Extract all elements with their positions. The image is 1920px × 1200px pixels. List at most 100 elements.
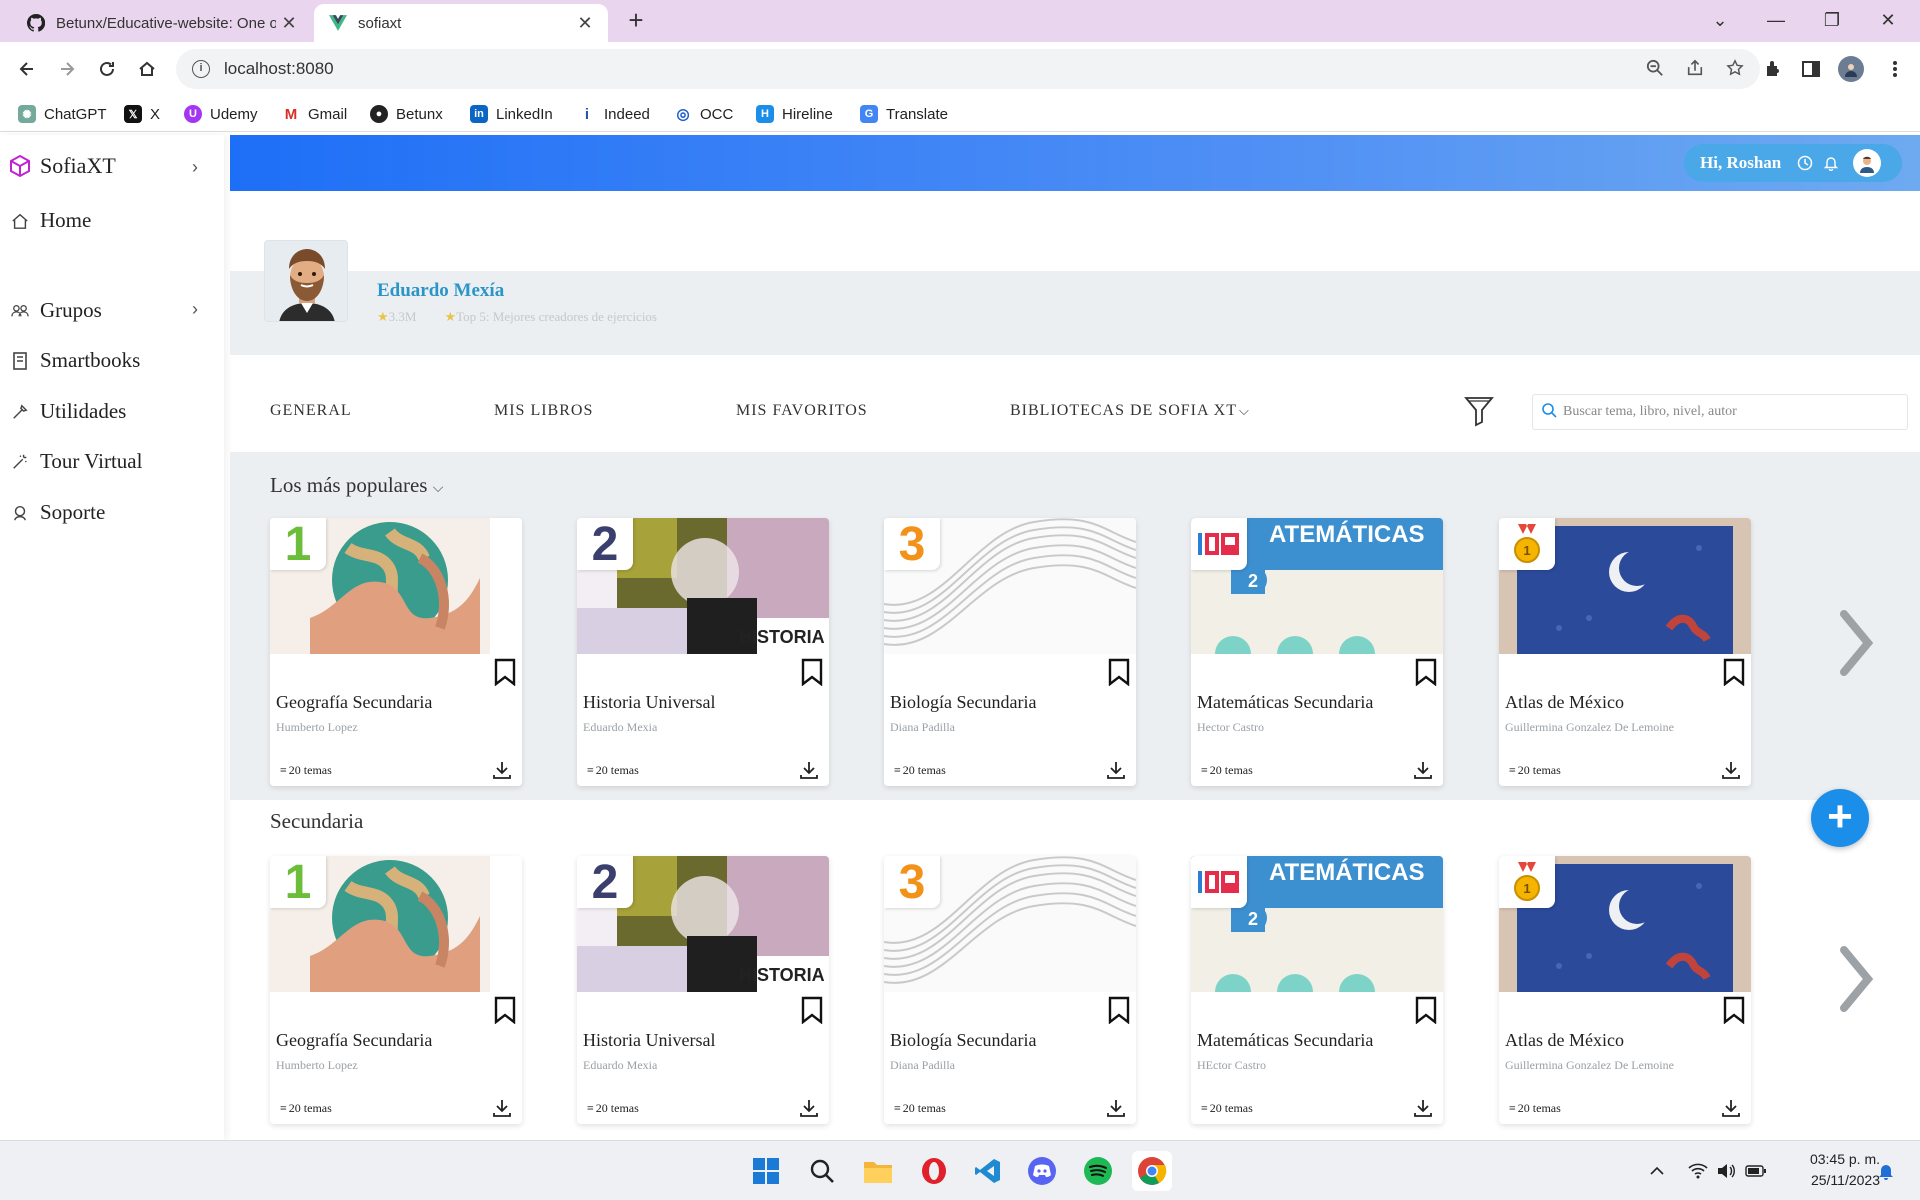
download-icon[interactable] — [492, 1098, 512, 1118]
download-icon[interactable] — [1721, 1098, 1741, 1118]
bookmark-occ[interactable]: ◎ OCC — [674, 102, 733, 126]
bookmark-icon[interactable] — [1108, 658, 1130, 687]
tab-general[interactable]: GENERAL — [270, 402, 352, 420]
volume-icon[interactable] — [1714, 1159, 1738, 1183]
restore-icon[interactable]: ❐ — [1804, 0, 1860, 40]
author-name[interactable]: Eduardo Mexía — [377, 280, 504, 302]
discord-icon[interactable] — [1022, 1151, 1062, 1191]
zoom-icon[interactable] — [1644, 57, 1666, 79]
bookmark-betunx[interactable]: ● Betunx — [370, 102, 443, 126]
windows-start-icon[interactable] — [746, 1151, 786, 1191]
book-card[interactable]: 3 Biología Secundaria Diana Padilla ≡ 20 tem… — [884, 518, 1136, 786]
carousel-next-icon[interactable] — [1836, 608, 1876, 678]
bookmark-icon[interactable] — [801, 996, 823, 1025]
new-tab-button[interactable]: + — [622, 6, 650, 34]
book-card[interactable]: 2 ATEMÁTICAS Matemáticas Secundaria HEctor … — [1191, 856, 1443, 1124]
sidebar-item-soporte[interactable]: Soporte — [10, 500, 105, 525]
bookmark-chatgpt[interactable]: ✺ ChatGPT — [18, 102, 107, 126]
bookmark-icon[interactable] — [494, 996, 516, 1025]
bookmark-hireline[interactable]: H Hireline — [756, 102, 833, 126]
section-title-popular[interactable]: Los más populares ⌵ — [270, 473, 443, 498]
search-input[interactable] — [1563, 404, 1893, 420]
filter-icon[interactable] — [1464, 395, 1494, 427]
bookmark-translate[interactable]: G Translate — [860, 102, 948, 126]
bookmark-x[interactable]: 𝕏X — [124, 102, 160, 126]
brand-logo[interactable]: SofiaXT — [8, 153, 116, 179]
minimize-icon[interactable]: — — [1748, 0, 1804, 40]
site-info-icon[interactable]: i — [192, 60, 210, 78]
add-button[interactable]: + — [1811, 789, 1869, 847]
search-box[interactable] — [1532, 394, 1908, 430]
bookmark-icon[interactable] — [1723, 658, 1745, 687]
chevron-up-icon[interactable] — [1646, 1159, 1668, 1183]
chevron-down-icon[interactable]: ⌄ — [1692, 0, 1748, 40]
notification-bell-icon[interactable] — [1874, 1159, 1898, 1183]
book-card[interactable]: HISTORIA 2 Historia Universal Eduardo Mexia… — [577, 856, 829, 1124]
book-card[interactable]: 1 Geografía Secundaria Humberto Lopez ≡ 20 t… — [270, 518, 522, 786]
bookmark-udemy[interactable]: U Udemy — [184, 102, 258, 126]
sidebar-item-home[interactable]: Home — [10, 208, 91, 233]
tab-mis-favoritos[interactable]: MIS FAVORITOS — [736, 402, 868, 420]
system-clock[interactable]: 03:45 p. m. 25/11/2023 — [1780, 1149, 1880, 1191]
opera-icon[interactable] — [914, 1151, 954, 1191]
bookmark-linkedin[interactable]: in LinkedIn — [470, 102, 553, 126]
bookmark-gmail[interactable]: M Gmail — [282, 102, 347, 126]
spotify-icon[interactable] — [1078, 1151, 1118, 1191]
book-card[interactable]: 1 Atlas de México Guillermina Gonzalez De … — [1499, 518, 1751, 786]
bookmark-icon[interactable] — [1108, 996, 1130, 1025]
forward-arrow-icon[interactable] — [52, 54, 82, 84]
sidebar-item-grupos[interactable]: Grupos — [10, 298, 102, 323]
sidebar-item-tour-virtual[interactable]: Tour Virtual — [10, 449, 142, 474]
book-card[interactable]: 1 Atlas de México Guillermina Gonzalez De … — [1499, 856, 1751, 1124]
reload-icon[interactable] — [92, 54, 122, 84]
star-icon[interactable] — [1724, 57, 1746, 79]
close-icon[interactable]: ✕ — [572, 13, 598, 34]
book-card[interactable]: 3 Biología Secundaria Diana Padilla ≡ 20 tem… — [884, 856, 1136, 1124]
bookmark-icon[interactable] — [1415, 658, 1437, 687]
sidebar-item-smartbooks[interactable]: Smartbooks — [10, 348, 140, 373]
close-window-icon[interactable]: ✕ — [1860, 0, 1916, 40]
chevron-right-icon[interactable]: › — [192, 299, 198, 320]
close-icon[interactable]: ✕ — [276, 13, 302, 34]
bookmark-icon[interactable] — [494, 658, 516, 687]
bookmark-icon[interactable] — [1723, 996, 1745, 1025]
kebab-menu-icon[interactable] — [1882, 56, 1908, 82]
extensions-icon[interactable] — [1760, 56, 1786, 82]
tab-github[interactable]: Betunx/Educative-website: One o ✕ — [12, 4, 312, 42]
download-icon[interactable] — [1413, 760, 1433, 780]
download-icon[interactable] — [492, 760, 512, 780]
download-icon[interactable] — [1106, 760, 1126, 780]
tab-sofiaxt[interactable]: sofiaxt ✕ — [314, 4, 608, 42]
chevron-right-icon[interactable]: › — [192, 157, 198, 178]
sidebar-item-utilidades[interactable]: Utilidades — [10, 399, 126, 424]
vscode-icon[interactable] — [968, 1151, 1008, 1191]
search-icon[interactable] — [802, 1151, 842, 1191]
tab-mis-libros[interactable]: MIS LIBROS — [494, 402, 593, 420]
profile-avatar[interactable] — [1838, 56, 1864, 82]
bookmark-icon[interactable] — [801, 658, 823, 687]
tab-bibliotecas[interactable]: BIBLIOTECAS DE SOFIA XT ⌵ — [1010, 402, 1250, 420]
chrome-icon[interactable] — [1132, 1151, 1172, 1191]
user-menu[interactable]: Hi, Roshan — [1684, 144, 1902, 182]
avatar[interactable] — [1853, 149, 1882, 177]
book-card[interactable]: HISTORIA 2 Historia Universal Eduardo Mexia… — [577, 518, 829, 786]
carousel-next-icon[interactable] — [1836, 944, 1876, 1014]
download-icon[interactable] — [1721, 760, 1741, 780]
file-explorer-icon[interactable] — [858, 1151, 898, 1191]
home-browser-icon[interactable] — [132, 54, 162, 84]
bookmark-indeed[interactable]: i Indeed — [578, 102, 650, 126]
book-card[interactable]: 2 ATEMÁTICAS Matemáticas Secundaria Hector … — [1191, 518, 1443, 786]
battery-icon[interactable] — [1744, 1159, 1768, 1183]
wifi-icon[interactable] — [1686, 1159, 1710, 1183]
download-icon[interactable] — [1413, 1098, 1433, 1118]
clock-icon[interactable] — [1795, 153, 1815, 173]
share-icon[interactable] — [1684, 57, 1706, 79]
side-panel-icon[interactable] — [1798, 56, 1824, 82]
bookmark-icon[interactable] — [1415, 996, 1437, 1025]
download-icon[interactable] — [799, 1098, 819, 1118]
back-arrow-icon[interactable] — [12, 54, 42, 84]
book-card[interactable]: 1 Geografía Secundaria Humberto Lopez ≡ 20 t… — [270, 856, 522, 1124]
address-bar[interactable]: i localhost:8080 — [176, 49, 1760, 89]
download-icon[interactable] — [799, 760, 819, 780]
download-icon[interactable] — [1106, 1098, 1126, 1118]
